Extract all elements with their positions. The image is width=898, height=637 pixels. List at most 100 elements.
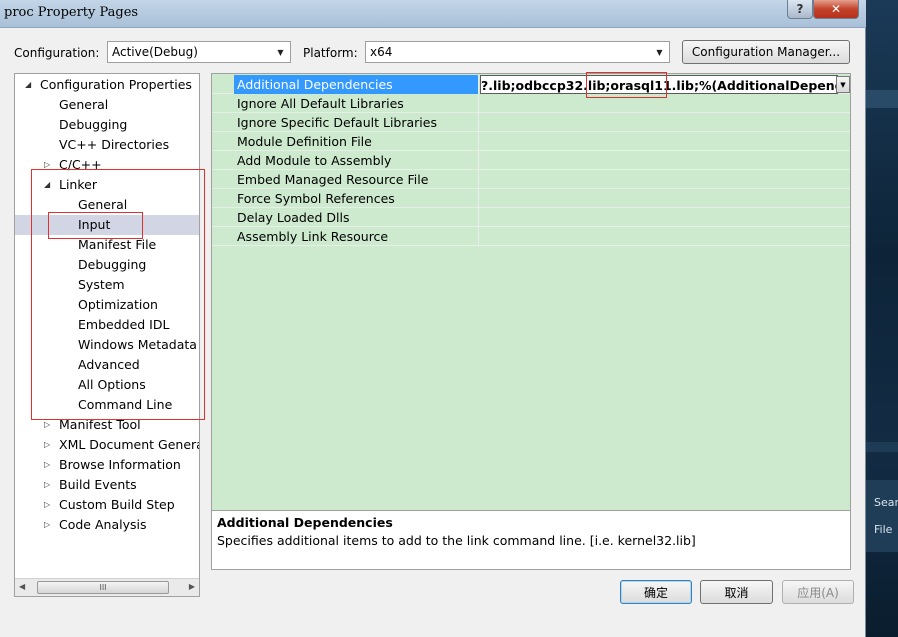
tree-item-label: Code Analysis xyxy=(59,517,147,532)
tree-item[interactable]: General xyxy=(15,195,199,215)
property-row[interactable]: Assembly Link Resource xyxy=(212,227,850,246)
tree-item[interactable]: ◢ Configuration Properties xyxy=(15,75,199,95)
property-row[interactable]: Delay Loaded Dlls xyxy=(212,208,850,227)
property-value[interactable] xyxy=(480,132,838,151)
tree-item-label: Custom Build Step xyxy=(59,497,175,512)
property-name[interactable]: Ignore All Default Libraries xyxy=(234,94,479,113)
cancel-button[interactable]: 取消 xyxy=(700,580,773,604)
scroll-grip-icon: III xyxy=(99,583,107,592)
configuration-select-value: Active(Debug) xyxy=(112,45,198,59)
collapse-arrow-icon[interactable]: ◢ xyxy=(44,175,50,195)
property-name[interactable]: Delay Loaded Dlls xyxy=(234,208,479,227)
tree-item-label: General xyxy=(59,97,109,112)
platform-select-value: x64 xyxy=(370,45,393,59)
background-ide-search-text: Sear xyxy=(874,496,898,509)
description-title: Additional Dependencies xyxy=(217,515,393,530)
tree-item-label: All Options xyxy=(78,377,146,392)
property-row[interactable]: Ignore All Default Libraries xyxy=(212,94,850,113)
property-value[interactable] xyxy=(480,227,838,246)
scroll-right-icon[interactable]: ▶ xyxy=(189,582,195,591)
tree-item[interactable]: Debugging xyxy=(15,255,199,275)
property-grid[interactable]: Additional Dependencies ?.lib;odbccp32.li… xyxy=(211,73,851,534)
tree-item[interactable]: Debugging xyxy=(15,115,199,135)
property-row[interactable]: Add Module to Assembly xyxy=(212,151,850,170)
tree-item-label: Input xyxy=(78,217,111,232)
background-ide-file-text: File xyxy=(874,523,893,536)
property-name[interactable]: Embed Managed Resource File xyxy=(234,170,479,189)
expand-arrow-icon[interactable]: ▷ xyxy=(44,415,50,435)
tree-item[interactable]: Optimization xyxy=(15,295,199,315)
tree-item-label: Browse Information xyxy=(59,457,181,472)
configuration-label: Configuration: xyxy=(14,46,100,60)
tree-item[interactable]: ▷ Custom Build Step xyxy=(15,495,199,515)
property-value-dropdown-button[interactable]: ▼ xyxy=(836,76,850,93)
property-name[interactable]: Ignore Specific Default Libraries xyxy=(234,113,479,132)
tree-item[interactable]: All Options xyxy=(15,375,199,395)
tree-horizontal-scrollbar[interactable]: ◀ III ▶ xyxy=(15,578,199,596)
ok-button[interactable]: 确定 xyxy=(620,580,692,604)
property-pages-dialog: Configuration: Active(Debug) ▼ Platform:… xyxy=(0,28,866,637)
scroll-left-icon[interactable]: ◀ xyxy=(19,582,25,591)
property-value[interactable] xyxy=(480,208,838,227)
property-name[interactable]: Assembly Link Resource xyxy=(234,227,479,246)
expand-arrow-icon[interactable]: ▷ xyxy=(44,475,50,495)
tree-item[interactable]: Windows Metadata xyxy=(15,335,199,355)
platform-select[interactable]: x64 ▼ xyxy=(365,41,670,63)
property-value[interactable] xyxy=(480,170,838,189)
platform-label: Platform: xyxy=(303,46,358,60)
tree-item-label: Linker xyxy=(59,177,97,192)
tree-item[interactable]: ▷ XML Document Generat xyxy=(15,435,199,455)
expand-arrow-icon[interactable]: ▷ xyxy=(44,495,50,515)
close-button[interactable]: ✕ xyxy=(813,0,859,19)
tree-item-label: Advanced xyxy=(78,357,140,372)
tree-item-label: Embedded IDL xyxy=(78,317,170,332)
expand-arrow-icon[interactable]: ▷ xyxy=(44,515,50,535)
tree-item[interactable]: System xyxy=(15,275,199,295)
tree-item-label: Manifest Tool xyxy=(59,417,141,432)
property-value[interactable] xyxy=(480,94,838,113)
property-row[interactable]: Module Definition File xyxy=(212,132,850,151)
apply-button[interactable]: 应用(A) xyxy=(782,580,854,604)
tree-item[interactable]: VC++ Directories xyxy=(15,135,199,155)
collapse-arrow-icon[interactable]: ◢ xyxy=(25,75,31,95)
property-value[interactable]: ?.lib;odbccp32.lib;orasql11.lib;%(Additi… xyxy=(480,75,838,94)
window-title: proc Property Pages xyxy=(4,5,139,20)
property-row[interactable]: Force Symbol References xyxy=(212,189,850,208)
tree-item[interactable]: ▷ Build Events xyxy=(15,475,199,495)
property-name[interactable]: Add Module to Assembly xyxy=(234,151,479,170)
property-value[interactable] xyxy=(480,113,838,132)
tree-item[interactable]: Advanced xyxy=(15,355,199,375)
property-value[interactable] xyxy=(480,189,838,208)
tree-item[interactable]: Manifest File xyxy=(15,235,199,255)
tree-item-label: C/C++ xyxy=(59,157,102,172)
configuration-manager-button[interactable]: Configuration Manager... xyxy=(682,40,850,64)
tree-item[interactable]: Command Line xyxy=(15,395,199,415)
configuration-select[interactable]: Active(Debug) ▼ xyxy=(107,41,291,63)
tree-item[interactable]: General xyxy=(15,95,199,115)
expand-arrow-icon[interactable]: ▷ xyxy=(44,435,50,455)
property-name[interactable]: Force Symbol References xyxy=(234,189,479,208)
help-button[interactable]: ? xyxy=(787,0,813,19)
scroll-thumb[interactable]: III xyxy=(37,581,169,594)
property-row[interactable]: Ignore Specific Default Libraries xyxy=(212,113,850,132)
expand-arrow-icon[interactable]: ▷ xyxy=(44,455,50,475)
property-name[interactable]: Module Definition File xyxy=(234,132,479,151)
tree-item-label: Manifest File xyxy=(78,237,157,252)
tree-item[interactable]: Embedded IDL xyxy=(15,315,199,335)
tree-item-label: Debugging xyxy=(59,117,128,132)
property-value[interactable] xyxy=(480,151,838,170)
tree-item[interactable]: ▷ Browse Information xyxy=(15,455,199,475)
property-row[interactable]: Additional Dependencies ?.lib;odbccp32.li… xyxy=(212,75,850,94)
tree-item[interactable]: ▷ C/C++ xyxy=(15,155,199,175)
background-ide-band xyxy=(866,442,898,452)
property-name[interactable]: Additional Dependencies xyxy=(234,75,479,94)
tree-item[interactable]: Input xyxy=(15,215,199,235)
tree-item[interactable]: ▷ Code Analysis xyxy=(15,515,199,535)
tree-item-label: General xyxy=(78,197,128,212)
tree-item[interactable]: ◢ Linker xyxy=(15,175,199,195)
expand-arrow-icon[interactable]: ▷ xyxy=(44,155,50,175)
property-row[interactable]: Embed Managed Resource File xyxy=(212,170,850,189)
tree-item[interactable]: ▷ Manifest Tool xyxy=(15,415,199,435)
property-tree[interactable]: ◢ Configuration Properties General Debuggin… xyxy=(14,73,200,597)
tree-item-label: VC++ Directories xyxy=(59,137,170,152)
